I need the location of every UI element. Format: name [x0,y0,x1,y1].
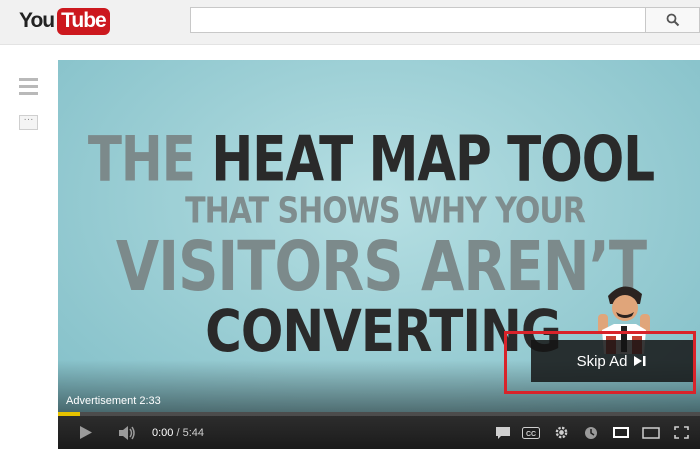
skip-icon [634,356,646,366]
video-text-line-1: THE HEAT MAP TOOL [87,123,655,196]
logo-you-text: You [19,9,55,32]
search-button[interactable] [646,7,700,33]
masthead: You Tube [0,0,700,45]
fullscreen-button[interactable] [666,416,696,449]
large-player-button[interactable] [636,416,666,449]
large-player-icon [642,426,660,439]
youtube-page: You Tube ··· THE HEAT MAP TOOL THAT SHOW… [0,0,700,459]
logo-tube-text: Tube [57,7,110,35]
small-player-button[interactable] [606,416,636,449]
duration: 5:44 [182,426,205,439]
watch-later-button[interactable] [576,416,606,449]
speech-bubble-icon [496,426,510,439]
play-button[interactable] [68,416,104,449]
annotations-button[interactable] [490,416,516,449]
time-separator: / [173,426,183,439]
video-text-line-2: THAT SHOWS WHY YOUR [185,190,586,232]
advertisement-countdown: Advertisement 2:33 [66,395,161,407]
skip-ad-label: Skip Ad [576,352,628,370]
svg-text:CC: CC [526,431,536,438]
settings-button[interactable] [546,416,576,449]
video-player[interactable]: THE HEAT MAP TOOL THAT SHOWS WHY YOUR VI… [58,60,700,449]
video-frame[interactable]: THE HEAT MAP TOOL THAT SHOWS WHY YOUR VI… [58,60,700,412]
fullscreen-icon [673,426,689,439]
clock-icon [585,426,597,439]
player-controls: 0:00 / 5:44 CC [58,416,700,449]
youtube-logo[interactable]: You Tube [19,7,110,35]
volume-icon [119,425,135,440]
small-player-icon [613,427,629,438]
cc-icon: CC [522,426,540,439]
gear-icon [555,426,567,439]
skip-ad-button[interactable]: Skip Ad [531,340,693,382]
time-display: 0:00 / 5:44 [152,427,204,439]
search-icon [666,13,679,27]
volume-button[interactable] [112,416,142,449]
play-icon [80,426,92,439]
more-options-button[interactable]: ··· [19,115,38,130]
current-time: 0:00 [152,426,174,439]
guide-menu-icon[interactable] [19,78,38,95]
search-input[interactable] [190,7,646,33]
captions-button[interactable]: CC [516,416,546,449]
